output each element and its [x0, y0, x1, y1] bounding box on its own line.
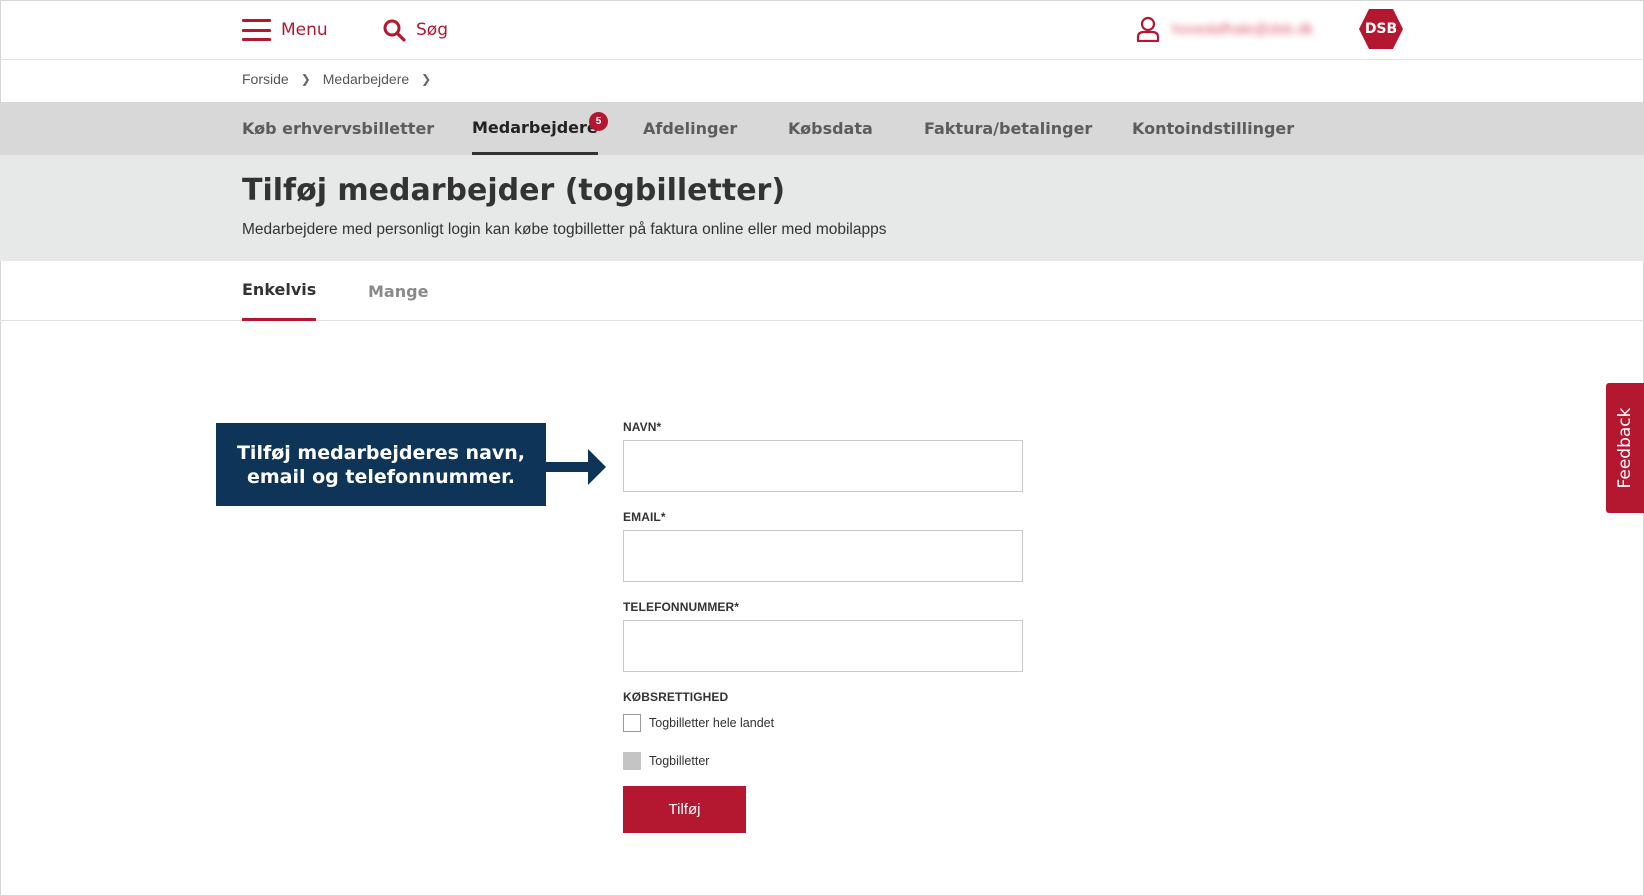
nav-item-kontoindstillinger[interactable]: Kontoindstillinger — [1132, 102, 1294, 155]
email-input[interactable] — [623, 530, 1023, 582]
page-title: Tilføj medarbejder (togbilletter) — [242, 173, 786, 208]
search-icon — [383, 19, 406, 42]
nav-item-afdelinger[interactable]: Afdelinger — [643, 102, 737, 155]
user-email: hovedafhale@dsb.dk — [1172, 20, 1314, 38]
add-employee-button[interactable]: Tilføj — [623, 786, 746, 833]
tab-enkelvis[interactable]: Enkelvis — [242, 261, 317, 321]
name-input[interactable] — [623, 440, 1023, 492]
notification-badge: 5 — [589, 112, 608, 131]
tab-label: Mange — [368, 281, 429, 301]
sub-tabs: Enkelvis Mange — [0, 261, 1644, 321]
chevron-right-icon: ❯ — [300, 72, 311, 86]
email-label: EMAIL* — [623, 510, 666, 524]
feedback-tab[interactable]: Feedback — [1606, 383, 1644, 513]
nav-item-label: Køb erhvervsbilletter — [242, 119, 435, 138]
checkbox-icon[interactable] — [623, 714, 641, 732]
chevron-right-icon: ❯ — [421, 72, 432, 86]
callout-line-2: email og telefonnummer. — [246, 465, 516, 488]
search-label: Søg — [416, 20, 448, 40]
menu-button[interactable]: Menu — [242, 16, 328, 44]
nav-item-faktura-betalinger[interactable]: Faktura/betalinger — [924, 102, 1092, 155]
user-account[interactable]: hovedafhale@dsb.dk — [1136, 14, 1313, 44]
nav-item-koeb-erhvervsbilletter[interactable]: Køb erhvervsbilletter — [242, 102, 434, 155]
breadcrumb: Forside ❯ Medarbejdere ❯ — [242, 71, 443, 87]
phone-input[interactable] — [623, 620, 1023, 672]
checkbox-label: Togbilletter — [649, 754, 710, 768]
instruction-callout: Tilføj medarbejderes navn, email og tele… — [216, 423, 546, 506]
search-button[interactable]: Søg — [382, 16, 448, 44]
logo-text: DSB — [1364, 21, 1398, 37]
nav-item-label: Faktura/betalinger — [924, 119, 1093, 138]
top-bar: Menu Søg hovedafhale@dsb.dk DSB — [0, 0, 1644, 60]
nav-item-label: Medarbejdere — [472, 117, 598, 137]
checkbox-togbilletter-hele-landet[interactable]: Togbilletter hele landet — [623, 714, 774, 732]
menu-label: Menu — [281, 20, 328, 40]
nav-item-label: Købsdata — [788, 119, 873, 138]
nav-item-label: Afdelinger — [643, 119, 738, 138]
checkbox-togbilletter: Togbilletter — [623, 752, 709, 770]
nav-item-koebsdata[interactable]: Købsdata — [788, 102, 873, 155]
checkbox-icon — [623, 752, 641, 770]
user-icon — [1136, 16, 1160, 42]
phone-label: TELEFONNUMMER* — [623, 600, 740, 614]
page-header: Tilføj medarbejder (togbilletter) Medarb… — [0, 155, 1644, 261]
feedback-label: Feedback — [1615, 407, 1635, 489]
breadcrumb-item-forside[interactable]: Forside — [242, 71, 289, 87]
page-subtitle: Medarbejdere med personligt login kan kø… — [242, 221, 887, 238]
breadcrumb-item-medarbejdere[interactable]: Medarbejdere — [323, 71, 409, 87]
nav-item-medarbejdere[interactable]: Medarbejdere — [472, 102, 598, 155]
tab-label: Enkelvis — [242, 280, 317, 299]
purchase-rights-label: KØBSRETTIGHED — [623, 690, 729, 704]
hamburger-icon — [242, 19, 271, 41]
callout-line-1: Tilføj medarbejderes navn, — [236, 441, 526, 464]
arrow-right-icon — [546, 449, 606, 485]
name-label: NAVN* — [623, 420, 662, 434]
dsb-logo[interactable]: DSB — [1358, 8, 1404, 50]
checkbox-label: Togbilletter hele landet — [649, 716, 775, 730]
main-nav: Køb erhvervsbilletter Medarbejdere 5 Afd… — [0, 102, 1644, 155]
tab-mange[interactable]: Mange — [368, 261, 428, 321]
nav-item-label: Kontoindstillinger — [1132, 119, 1295, 138]
